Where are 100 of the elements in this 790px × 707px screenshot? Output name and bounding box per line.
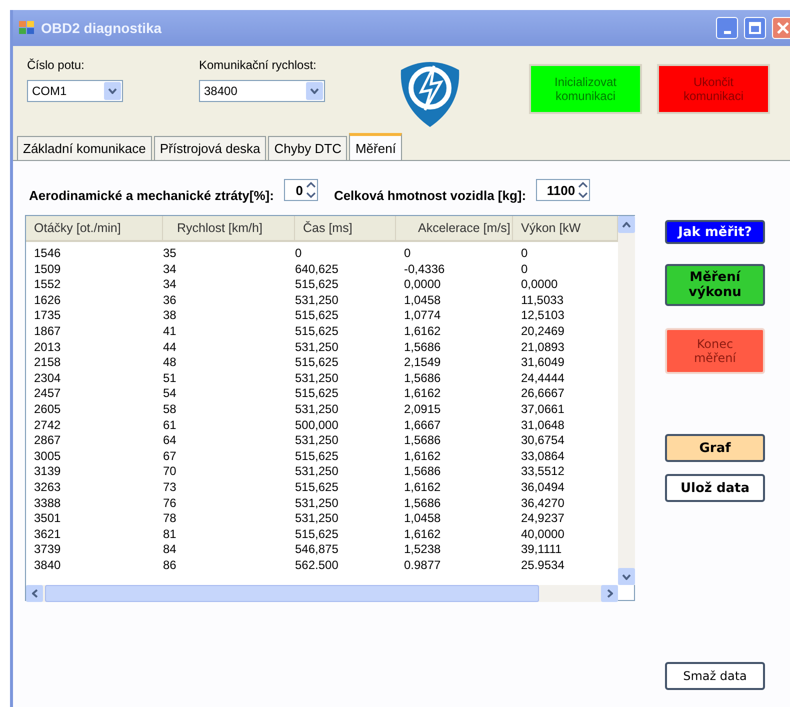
scroll-up-icon <box>622 222 631 228</box>
table-cell-text: 30,6754 <box>520 433 566 449</box>
table-cell-text: 531,250 <box>295 292 340 308</box>
table-cell-text: 3139 <box>33 464 62 480</box>
table-cell-text: 54 <box>163 386 178 402</box>
table-cell-text: 1,6162 <box>403 480 442 496</box>
table-cell-text: 515,625 <box>295 277 340 293</box>
table-cell-text: 515,625 <box>295 324 340 340</box>
table-cell-text: 515,625 <box>295 308 340 324</box>
table-cell-text: 44 <box>163 340 178 356</box>
table-cell-text: 531,250 <box>295 370 340 386</box>
mass-spinner[interactable]: 1100 <box>536 179 590 201</box>
port-dropdown[interactable]: COM1 <box>27 80 123 102</box>
tab[interactable]: Chyby DTC <box>268 136 348 160</box>
table-cell-text: 0 <box>520 262 529 278</box>
column-header[interactable]: Rychlost [km/h] <box>163 216 295 240</box>
tab[interactable]: Měření <box>349 133 402 160</box>
table-cell-text: 531,250 <box>295 340 340 356</box>
action-button[interactable]: Ulož data <box>665 474 765 502</box>
table-cell-text: 33,0864 <box>520 448 566 464</box>
table-cell-text: 31,0648 <box>520 418 566 434</box>
mass-label: Celková hmotnost vozidla [kg]: <box>334 188 526 202</box>
action-button[interactable]: Graf <box>665 434 765 462</box>
table-cell-text: 2742 <box>33 418 62 434</box>
tab[interactable]: Základní komunikace <box>17 136 152 160</box>
table-cell-text: 3501 <box>33 511 62 527</box>
table-cell-text: 1735 <box>33 308 62 324</box>
table-cell-text: 67 <box>163 448 178 464</box>
table-cell-text: 0,0000 <box>520 277 559 293</box>
close-icon <box>777 22 789 34</box>
table-cell-text: 515,625 <box>295 526 340 542</box>
table-cell-text: 3388 <box>33 496 62 512</box>
table-cell-text: 0 <box>403 246 412 262</box>
losses-spinner[interactable]: 0 <box>284 179 318 201</box>
table-cell-text: 37,0661 <box>520 402 566 418</box>
table-cell-text: 500,000 <box>295 418 340 434</box>
vertical-scrollbar[interactable] <box>618 216 635 585</box>
table-cell-text: 3739 <box>33 542 62 558</box>
speed-label: Komunikační rychlost: <box>199 58 318 72</box>
table-cell-text: 0,0000 <box>403 277 442 293</box>
table-cell-text: 31,6049 <box>520 355 566 371</box>
action-button[interactable]: Měření výkonu <box>665 264 765 306</box>
table-cell-text: 36,0494 <box>520 480 566 496</box>
column-header[interactable]: Akcelerace [m/s] <box>396 216 513 240</box>
table-cell-text: 58 <box>163 402 178 418</box>
table-cell-text: 2867 <box>33 433 62 449</box>
table-cell-text: 1509 <box>33 262 62 278</box>
close-button[interactable] <box>772 17 790 39</box>
table-cell-text: 41 <box>163 324 178 340</box>
app-icon <box>19 21 35 35</box>
column-header[interactable]: Otáčky [ot./min] <box>26 216 163 240</box>
maximize-button[interactable] <box>744 17 766 39</box>
action-button[interactable]: Jak měřit? <box>665 220 765 244</box>
column-header[interactable]: Čas [ms] <box>295 216 396 240</box>
table-cell-text: 48 <box>163 355 178 371</box>
table-cell-text: 3840 <box>33 558 62 574</box>
table-cell-text: 1,5686 <box>403 496 442 512</box>
table-cell-text: 1,5238 <box>403 542 442 558</box>
table-cell-text: 1,5686 <box>403 370 442 386</box>
table-cell-text: 24,4444 <box>520 370 566 386</box>
table-cell-text: 531,250 <box>295 496 340 512</box>
table-cell-text: 76 <box>163 496 178 512</box>
table-cell-text: 1,5686 <box>403 340 442 356</box>
table-cell-text: 3621 <box>33 526 62 542</box>
table-cell-text: 515,625 <box>295 386 340 402</box>
table-cell-text: 35 <box>163 246 178 262</box>
table-cell-text: 0 <box>295 246 303 262</box>
table-cell-text: 1,5686 <box>403 433 442 449</box>
table-cell-text: 1,0458 <box>403 292 442 308</box>
table-cell-text: 24,9237 <box>520 511 566 527</box>
port-label: Číslo potu: <box>27 58 86 72</box>
speed-dropdown[interactable]: 38400 <box>199 80 325 102</box>
table-cell-text: 2,0915 <box>403 402 442 418</box>
table-cell-text: 33,5512 <box>520 464 566 480</box>
minimize-button[interactable] <box>716 17 738 39</box>
table-cell-text: 1867 <box>33 324 62 340</box>
horizontal-scrollbar[interactable] <box>26 585 618 602</box>
tab[interactable]: Přístrojová deska <box>154 136 266 160</box>
table-cell-text: 1,0458 <box>403 511 442 527</box>
table-cell-text: 51 <box>163 370 178 386</box>
table-cell-text: 11,5033 <box>520 292 564 308</box>
table-cell-text: 3263 <box>33 480 62 496</box>
table-cell-text: 1626 <box>33 292 62 308</box>
table-cell-text: 78 <box>163 511 178 527</box>
action-button[interactable]: Smaž data <box>665 662 765 690</box>
table-cell-text: 1,0774 <box>403 308 442 324</box>
scroll-left-icon <box>32 589 38 598</box>
table-cell-text: 84 <box>163 542 178 558</box>
table-cell-text: 86 <box>163 558 178 574</box>
table-cell-text: 26,6667 <box>520 386 566 402</box>
table-cell-text: 25.9534 <box>520 558 566 574</box>
table-cell-text: 531,250 <box>295 464 340 480</box>
minimize-icon <box>724 30 730 34</box>
table-cell-text: 64 <box>163 433 178 449</box>
table-cell-text: 34 <box>163 277 178 293</box>
table-cell-text: 1546 <box>33 246 62 262</box>
table-cell-text: 1552 <box>33 277 62 293</box>
table-cell-text: 1,6162 <box>403 324 442 340</box>
table-cell-text: 515,625 <box>295 480 340 496</box>
connection-button[interactable]: Inicializovat komunikaci <box>529 64 642 114</box>
